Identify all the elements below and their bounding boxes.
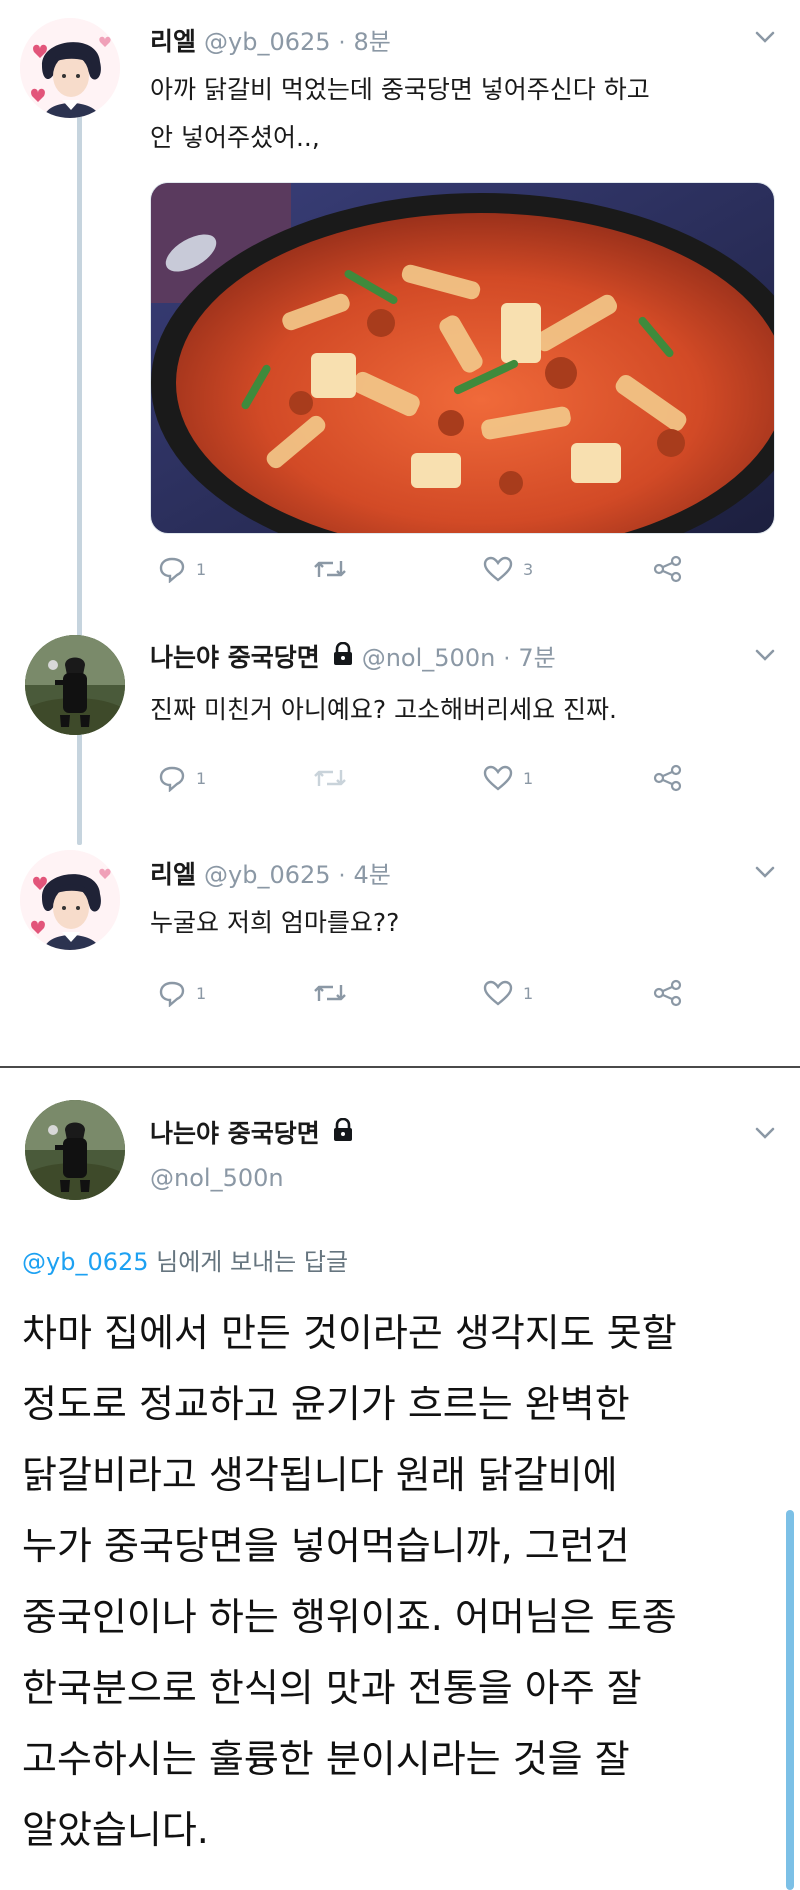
tweet-header: 리엘 @yb_0625 · 4분 bbox=[150, 855, 391, 891]
retweet-icon[interactable] bbox=[313, 555, 347, 583]
author-name[interactable]: 나는야 중국당면 bbox=[150, 638, 320, 674]
share-action[interactable] bbox=[653, 764, 683, 792]
tweet-actions: 1 1 bbox=[158, 979, 698, 1009]
reply-action[interactable]: 1 bbox=[158, 979, 206, 1007]
like-count: 1 bbox=[523, 768, 534, 788]
tweet-photo[interactable] bbox=[150, 182, 775, 534]
tweet-1[interactable]: 리엘 @yb_0625 · 8분 아까 닭갈비 먹었는데 중국당면 넣어주신다 … bbox=[0, 0, 800, 605]
tweet-actions: 1 3 bbox=[158, 555, 698, 585]
separator: · bbox=[338, 864, 346, 889]
share-icon[interactable] bbox=[653, 764, 683, 792]
reply-count: 1 bbox=[196, 983, 207, 1003]
detail-handle-row: @nol_500n bbox=[150, 1164, 284, 1192]
like-icon[interactable] bbox=[483, 764, 513, 792]
detail-text-line: 닭갈비라고 생각됩니다 원래 닭갈비에 bbox=[22, 1453, 618, 1497]
reply-to-context: @yb_0625 님에게 보내는 답글 bbox=[22, 1242, 348, 1277]
chevron-down-icon[interactable] bbox=[752, 24, 778, 50]
chevron-down-icon[interactable] bbox=[752, 859, 778, 885]
retweet-icon[interactable] bbox=[313, 979, 347, 1007]
tweet-text: 누굴요 저희 엄마를요?? bbox=[150, 899, 770, 947]
tweet-3[interactable]: 리엘 @yb_0625 · 4분 누굴요 저희 엄마를요?? 1 1 bbox=[0, 845, 800, 1035]
author-name[interactable]: 리엘 bbox=[150, 855, 196, 891]
reply-icon[interactable] bbox=[158, 555, 186, 583]
scrollbar[interactable] bbox=[786, 1510, 794, 1890]
share-action[interactable] bbox=[653, 555, 683, 583]
tweet-thread: 리엘 @yb_0625 · 8분 아까 닭갈비 먹었는데 중국당면 넣어주신다 … bbox=[0, 0, 800, 1068]
retweet-action[interactable] bbox=[313, 764, 357, 792]
detail-text-line: 고수하시는 훌륭한 분이시라는 것을 잘 bbox=[22, 1737, 630, 1781]
avatar[interactable] bbox=[20, 18, 120, 118]
tweet-text-line: 누굴요 저희 엄마를요?? bbox=[150, 908, 400, 937]
author-handle[interactable]: @nol_500n bbox=[150, 1164, 284, 1192]
detail-text-line: 한국분으로 한식의 맛과 전통을 아주 잘 bbox=[22, 1666, 642, 1710]
tweet-text-line: 안 넣어주셨어.., bbox=[150, 123, 320, 152]
author-handle[interactable]: @yb_0625 bbox=[204, 861, 331, 889]
reply-to-handle[interactable]: @yb_0625 bbox=[22, 1248, 149, 1276]
separator: · bbox=[338, 31, 346, 56]
tweet-detail: 나는야 중국당면 @nol_500n @yb_0625 님에게 보내는 답글 차… bbox=[0, 1068, 800, 1890]
like-action[interactable]: 1 bbox=[483, 979, 533, 1007]
retweet-action[interactable] bbox=[313, 979, 357, 1007]
share-icon[interactable] bbox=[653, 979, 683, 1007]
reply-icon[interactable] bbox=[158, 979, 186, 1007]
retweet-icon[interactable] bbox=[313, 764, 347, 792]
timestamp[interactable]: 7분 bbox=[518, 638, 555, 673]
author-handle[interactable]: @yb_0625 bbox=[204, 28, 331, 56]
lock-icon bbox=[333, 1118, 352, 1141]
tweet-header: 리엘 @yb_0625 · 8분 bbox=[150, 22, 391, 58]
tweet-text: 진짜 미친거 아니예요? 고소해버리세요 진짜. bbox=[150, 686, 770, 734]
like-count: 3 bbox=[523, 559, 534, 579]
author-name[interactable]: 리엘 bbox=[150, 22, 196, 58]
detail-text-line: 중국인이나 하는 행위이죠. 어머님은 토종 bbox=[22, 1595, 677, 1639]
avatar[interactable] bbox=[20, 850, 120, 950]
timestamp[interactable]: 4분 bbox=[354, 855, 391, 890]
share-icon[interactable] bbox=[653, 555, 683, 583]
reply-count: 1 bbox=[196, 559, 207, 579]
like-action[interactable]: 3 bbox=[483, 555, 533, 583]
tweet-header: 나는야 중국당면 @nol_500n · 7분 bbox=[150, 638, 556, 674]
reply-icon[interactable] bbox=[158, 764, 186, 792]
reply-action[interactable]: 1 bbox=[158, 764, 206, 792]
tweet-2[interactable]: 나는야 중국당면 @nol_500n · 7분 진짜 미친거 아니예요? 고소해… bbox=[0, 630, 800, 820]
detail-text-line: 정도로 정교하고 윤기가 흐르는 완벽한 bbox=[22, 1382, 630, 1426]
like-action[interactable]: 1 bbox=[483, 764, 533, 792]
separator: · bbox=[503, 647, 511, 672]
avatar[interactable] bbox=[25, 1100, 125, 1200]
chevron-down-icon[interactable] bbox=[752, 1120, 778, 1146]
detail-text-line: 차마 집에서 만든 것이라곤 생각지도 못할 bbox=[22, 1311, 677, 1355]
tweet-text: 아까 닭갈비 먹었는데 중국당면 넣어주신다 하고 안 넣어주셨어.., bbox=[150, 66, 770, 162]
tweet-text-line: 아까 닭갈비 먹었는데 중국당면 넣어주신다 하고 bbox=[150, 75, 650, 104]
reply-count: 1 bbox=[196, 768, 207, 788]
detail-text-line: 누가 중국당면을 넣어먹습니까, 그런건 bbox=[22, 1524, 630, 1568]
reply-to-label: 님에게 보내는 답글 bbox=[148, 1248, 349, 1276]
tweet-text-line: 진짜 미친거 아니예요? 고소해버리세요 진짜. bbox=[150, 695, 618, 724]
like-icon[interactable] bbox=[483, 979, 513, 1007]
tweet-actions: 1 1 bbox=[158, 764, 698, 794]
avatar[interactable] bbox=[25, 635, 125, 735]
detail-text-line: 알았습니다. bbox=[22, 1808, 209, 1852]
retweet-action[interactable] bbox=[313, 555, 357, 583]
like-count: 1 bbox=[523, 983, 534, 1003]
timestamp[interactable]: 8분 bbox=[354, 22, 391, 57]
like-icon[interactable] bbox=[483, 555, 513, 583]
lock-icon bbox=[333, 642, 352, 665]
author-name[interactable]: 나는야 중국당면 bbox=[150, 1114, 320, 1150]
detail-tweet-text: 차마 집에서 만든 것이라곤 생각지도 못할 정도로 정교하고 윤기가 흐르는 … bbox=[22, 1298, 782, 1866]
author-handle[interactable]: @nol_500n bbox=[362, 644, 496, 672]
chevron-down-icon[interactable] bbox=[752, 642, 778, 668]
detail-author: 나는야 중국당면 bbox=[150, 1114, 354, 1150]
reply-action[interactable]: 1 bbox=[158, 555, 206, 583]
share-action[interactable] bbox=[653, 979, 683, 1007]
